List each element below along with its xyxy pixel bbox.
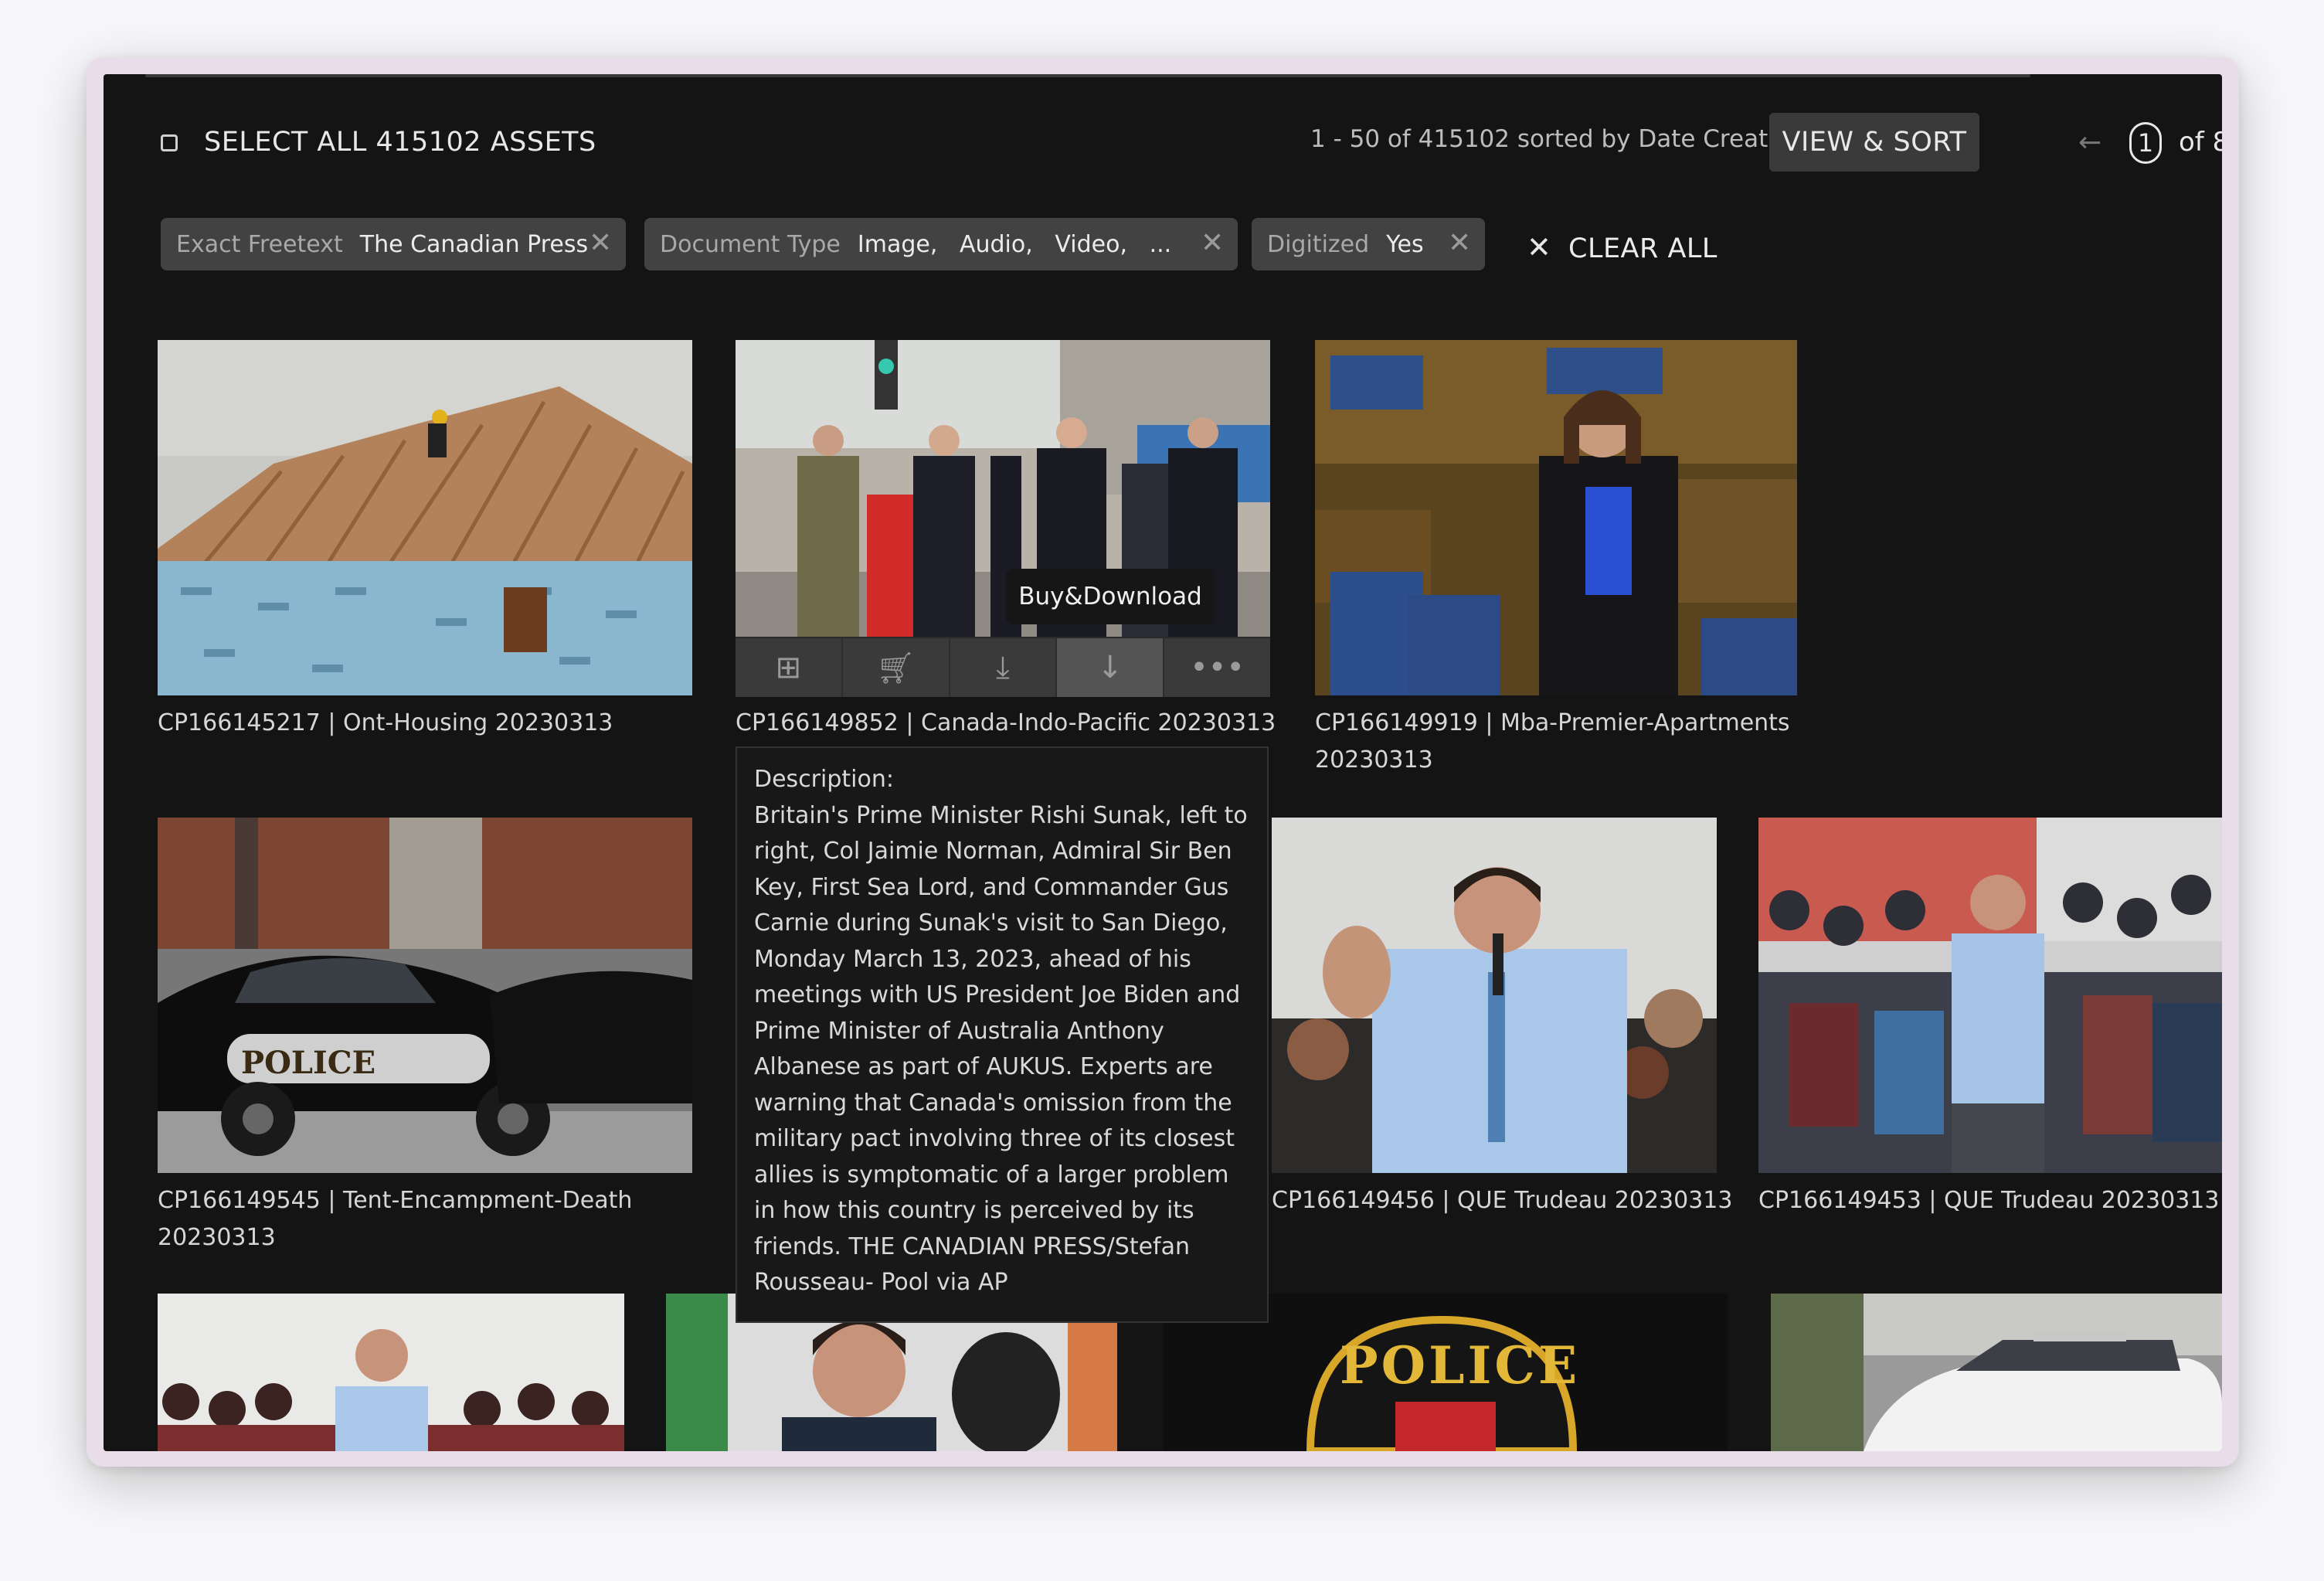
asset-caption[interactable]: CP166145217 | Ont-Housing 20230313	[158, 705, 698, 742]
more-options-icon[interactable]: •••	[1164, 638, 1270, 697]
buy-download-tooltip: Buy&Download	[1006, 569, 1215, 624]
asset-caption[interactable]: CP166149453 | QUE Trudeau 20230313	[1758, 1182, 2222, 1219]
asset-description-popover: Description: Britain's Prime Minister Ri…	[736, 746, 1269, 1323]
asset-action-toolbar: ⊞ 🛒︎ ⤓ ↓ •••	[736, 637, 1270, 697]
asset-thumbnail-police-car[interactable]: POLICE	[158, 818, 692, 1173]
asset-browser: SELECT ALL 415102 ASSETS 1 - 50 of 41510…	[104, 74, 2222, 1451]
filter-chip-document-type[interactable]: Document Type Image, Audio, Video, ... ✕	[644, 218, 1238, 270]
filter-key: Exact Freetext	[176, 230, 343, 258]
asset-thumbnail-manitoba-premier[interactable]	[1315, 340, 1797, 695]
remove-filter-icon[interactable]: ✕	[589, 230, 612, 257]
select-all-checkbox[interactable]	[161, 134, 178, 151]
filter-value: Image, Audio, Video, ...	[857, 230, 1172, 258]
results-summary: 1 - 50 of 415102 sorted by Date Created	[1310, 125, 1798, 153]
asset-caption[interactable]: CP166149919 | Mba-Premier-Apartments 202…	[1315, 705, 1840, 779]
filter-key: Document Type	[660, 230, 841, 258]
police-badge-lettering: POLICE	[1340, 1335, 1581, 1396]
select-all-label[interactable]: SELECT ALL 415102 ASSETS	[204, 127, 596, 158]
filter-value: Yes	[1386, 230, 1424, 258]
clear-all-button[interactable]: CLEAR ALL	[1568, 233, 1718, 264]
asset-caption[interactable]: CP166149456 | QUE Trudeau 20230313	[1272, 1182, 1735, 1219]
total-pages-label: of 8	[2179, 127, 2222, 158]
description-text: Britain's Prime Minister Rishi Sunak, le…	[754, 801, 1248, 1297]
filter-chip-freetext[interactable]: Exact Freetext The Canadian Press ✕	[161, 218, 626, 270]
remove-filter-icon[interactable]: ✕	[1201, 230, 1224, 257]
filter-chip-digitized[interactable]: Digitized Yes ✕	[1252, 218, 1485, 270]
add-to-lightbox-icon[interactable]: ⊞	[736, 638, 843, 697]
asset-thumbnail-house-construction[interactable]	[158, 340, 692, 695]
download-icon[interactable]: ⤓	[950, 638, 1058, 697]
asset-thumbnail-trudeau-classroom[interactable]	[1758, 818, 2222, 1173]
filter-key: Digitized	[1267, 230, 1370, 258]
asset-thumbnail-trudeau-students[interactable]	[158, 1294, 624, 1451]
asset-thumbnail-police-cruiser[interactable]	[1771, 1294, 2222, 1451]
remove-filter-icon[interactable]: ✕	[1448, 230, 1471, 257]
current-page-indicator[interactable]: 1	[2129, 122, 2162, 164]
asset-caption[interactable]: CP166149545 | Tent-Encampment-Death 2023…	[158, 1182, 698, 1256]
asset-thumbnail-trudeau-speaking[interactable]	[1272, 818, 1717, 1173]
view-sort-button[interactable]: VIEW & SORT	[1769, 113, 1979, 172]
description-label: Description:	[754, 766, 894, 793]
top-divider	[145, 74, 2030, 77]
police-car-lettering: POLICE	[241, 1045, 376, 1081]
asset-caption[interactable]: CP166149852 | Canada-Indo-Pacific 202303…	[736, 705, 1276, 742]
buy-download-icon[interactable]: ↓	[1057, 638, 1165, 697]
clear-all-icon[interactable]: ✕	[1527, 230, 1551, 264]
filter-value: The Canadian Press	[359, 230, 589, 258]
add-to-cart-icon[interactable]: 🛒︎	[843, 638, 950, 697]
previous-page-icon[interactable]: ←	[2078, 127, 2101, 158]
